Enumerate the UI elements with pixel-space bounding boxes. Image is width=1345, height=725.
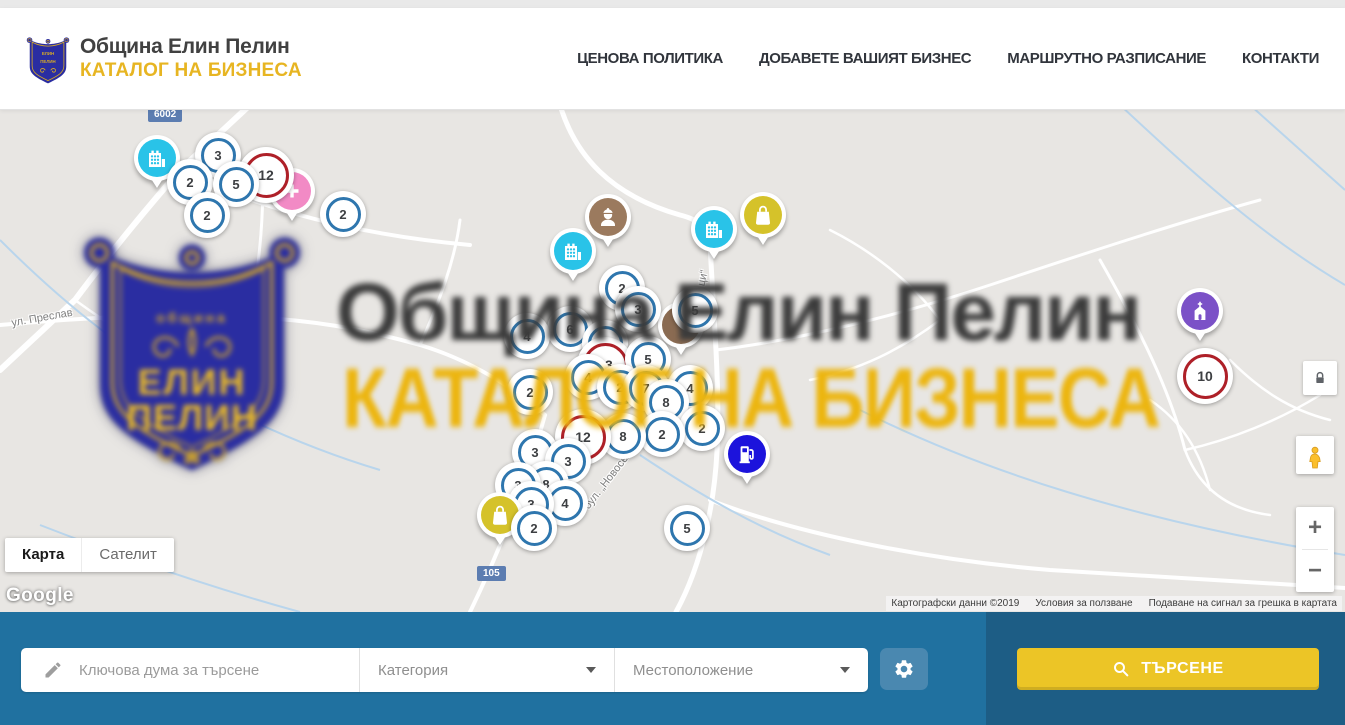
lock-button[interactable] (1303, 361, 1337, 395)
category-select[interactable]: Категория (359, 648, 614, 692)
advanced-settings-button[interactable] (880, 648, 928, 690)
pegman-icon (1303, 442, 1327, 474)
cluster-count: 2 (526, 385, 533, 400)
cluster-count: 8 (619, 429, 626, 444)
location-select[interactable]: Местоположение (614, 648, 868, 692)
cluster-count: 2 (203, 208, 210, 223)
cluster-marker[interactable]: 4 (504, 313, 550, 359)
nav-item-1[interactable]: ЦЕНОВА ПОЛИТИКА (577, 50, 723, 67)
cluster-count: 4 (584, 370, 591, 385)
header: ЕЛИН ПЕЛИН Община Елин Пелин КАТАЛОГ НА … (0, 8, 1345, 110)
cluster-marker[interactable]: 2 (320, 191, 366, 237)
search-bar: Категория Местоположение ТЪРСЕНЕ (0, 612, 1345, 725)
main-nav: ЦЕНОВА ПОЛИТИКА ДОБАВЕТЕ ВАШИЯТ БИЗНЕС МАР… (577, 50, 1319, 67)
cluster-count: 3 (214, 148, 221, 163)
municipality-logo-icon: ЕЛИН ПЕЛИН (26, 33, 70, 85)
map-canvas[interactable]: 6002105 ул. Преславбул. „Новоселци“ 3122… (0, 110, 1345, 612)
factory-icon (554, 232, 592, 270)
zoom-out-button[interactable]: − (1296, 550, 1334, 592)
cluster-count: 2 (530, 521, 537, 536)
google-logo[interactable]: Google (6, 585, 74, 607)
cluster-count: 2 (186, 175, 193, 190)
pin-marker[interactable] (691, 206, 737, 252)
terms-of-use-link[interactable]: Условия за ползване (1035, 598, 1132, 609)
cluster-marker[interactable]: 2 (511, 505, 557, 551)
cluster-count: 2 (698, 421, 705, 436)
cluster-count: 6 (566, 322, 573, 337)
bag-icon (744, 196, 782, 234)
cluster-marker[interactable]: 10 (1177, 348, 1233, 404)
pin-marker[interactable] (740, 192, 786, 238)
cluster-marker[interactable]: 5 (672, 287, 718, 333)
cluster-count: 5 (232, 177, 239, 192)
search-button[interactable]: ТЪРСЕНЕ (1017, 648, 1319, 690)
zoom-control: + − (1296, 507, 1334, 592)
brand[interactable]: ЕЛИН ПЕЛИН Община Елин Пелин КАТАЛОГ НА … (26, 33, 302, 85)
nav-item-3[interactable]: МАРШРУТНО РАЗПИСАНИЕ (1007, 50, 1206, 67)
nav-item-2[interactable]: ДОБАВЕТЕ ВАШИЯТ БИЗНЕС (759, 50, 971, 67)
gear-icon (893, 658, 915, 680)
map-type-map-button[interactable]: Карта (5, 538, 81, 572)
keyword-input[interactable] (77, 661, 359, 680)
cluster-count: 5 (691, 303, 698, 318)
cluster-count: 12 (258, 167, 274, 183)
zoom-in-button[interactable]: + (1296, 507, 1334, 549)
search-button-label: ТЪРСЕНЕ (1141, 660, 1224, 678)
map-type-satellite-button[interactable]: Сателит (81, 538, 174, 572)
pin-marker[interactable] (1177, 288, 1223, 334)
top-strip (0, 0, 1345, 8)
cluster-marker[interactable]: 2 (507, 369, 553, 415)
svg-text:ПЕЛИН: ПЕЛИН (40, 58, 55, 63)
site-title: Община Елин Пелин (80, 35, 302, 59)
cluster-marker[interactable]: 3 (615, 286, 661, 332)
svg-text:ЕЛИН: ЕЛИН (42, 51, 54, 56)
keyword-field (21, 648, 359, 692)
cluster-count: 3 (564, 454, 571, 469)
markers-layer: 3122522235647135104274282281233834325 (0, 110, 1345, 612)
cluster-count: 5 (683, 521, 690, 536)
cluster-marker[interactable]: 2 (679, 405, 725, 451)
chevron-down-icon (840, 667, 850, 673)
cluster-count: 8 (662, 395, 669, 410)
fuel-icon (728, 435, 766, 473)
location-select-label: Местоположение (633, 662, 753, 679)
lock-icon (1312, 370, 1328, 386)
nav-item-4[interactable]: КОНТАКТИ (1242, 50, 1319, 67)
cluster-count: 2 (658, 427, 665, 442)
cluster-count: 3 (634, 302, 641, 317)
street-view-pegman-button[interactable] (1296, 436, 1334, 474)
church-icon (1181, 292, 1219, 330)
cluster-marker[interactable]: 2 (184, 192, 230, 238)
pencil-icon (43, 660, 63, 680)
page: ЕЛИН ПЕЛИН Община Елин Пелин КАТАЛОГ НА … (0, 0, 1345, 725)
report-map-error-link[interactable]: Подаване на сигнал за грешка в картата (1149, 598, 1337, 609)
cluster-count: 4 (561, 496, 568, 511)
cluster-count: 3 (531, 445, 538, 460)
map-data-copyright: Картографски данни ©2019 (891, 598, 1019, 609)
factory-icon (695, 210, 733, 248)
map-attribution: Картографски данни ©2019 Условия за полз… (886, 596, 1342, 611)
cluster-count: 4 (523, 329, 530, 344)
chevron-down-icon (586, 667, 596, 673)
pin-marker[interactable] (724, 431, 770, 477)
cluster-count: 10 (1197, 368, 1213, 384)
pin-marker[interactable] (550, 228, 596, 274)
map-type-control: Карта Сателит (5, 538, 174, 572)
cluster-marker[interactable]: 5 (664, 505, 710, 551)
search-icon (1112, 660, 1130, 678)
category-select-label: Категория (378, 662, 448, 679)
search-input-group: Категория Местоположение (21, 648, 868, 692)
cluster-count: 2 (339, 207, 346, 222)
site-subtitle: КАТАЛОГ НА БИЗНЕСА (80, 60, 302, 82)
